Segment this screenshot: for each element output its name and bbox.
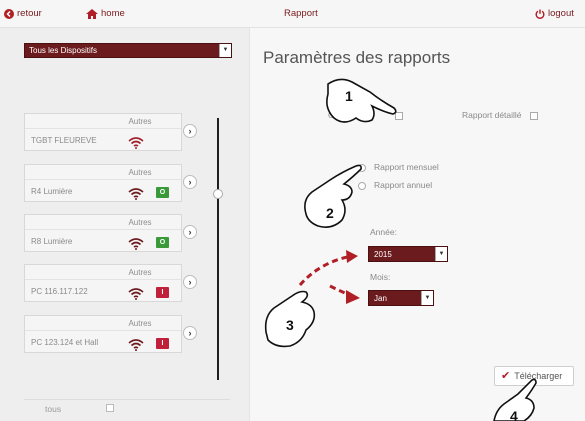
device-name: R8 Lumière — [31, 237, 73, 246]
wifi-icon — [128, 237, 144, 255]
wifi-icon — [128, 136, 144, 154]
chevron-right-icon[interactable]: › — [183, 275, 197, 289]
dropdown-arrow-icon: ▼ — [435, 247, 447, 261]
wifi-icon — [128, 187, 144, 205]
footer-divider — [24, 399, 230, 400]
status-badge: I — [156, 287, 169, 298]
general-checkbox[interactable] — [395, 112, 403, 120]
device-name: TGBT FLEUREVE — [31, 136, 97, 145]
device-filter-value: Tous les Dispositifs — [29, 46, 98, 55]
annual-report-radio[interactable] — [358, 182, 366, 190]
device-name: PC 123.124 et Hall — [31, 338, 99, 347]
chevron-right-icon[interactable]: › — [183, 124, 197, 138]
detailed-report-label: Rapport détaillé — [462, 110, 522, 120]
scroll-slider-track[interactable] — [217, 118, 219, 380]
card-divider — [25, 179, 181, 180]
download-label: Télécharger — [514, 371, 563, 381]
status-badge: I — [156, 338, 169, 349]
device-card[interactable]: Autres PC 123.124 et Hall I — [24, 315, 182, 353]
checkmark-icon: ✔ — [501, 370, 511, 382]
back-link[interactable]: retour — [4, 8, 42, 19]
device-category: Autres — [128, 168, 152, 177]
home-label: home — [101, 8, 125, 19]
page-header-title: Rapport — [284, 8, 318, 19]
dropdown-arrow-icon: ▼ — [219, 44, 231, 57]
scroll-slider-handle[interactable] — [213, 189, 223, 199]
dropdown-arrow-icon: ▼ — [421, 291, 433, 305]
device-category: Autres — [128, 218, 152, 227]
month-select[interactable]: Jan ▼ — [368, 290, 434, 306]
card-divider — [25, 330, 181, 331]
month-label: Mois: — [370, 272, 391, 282]
status-badge: O — [156, 237, 169, 248]
monthly-report-radio[interactable] — [358, 164, 366, 172]
chevron-right-icon[interactable]: › — [183, 175, 197, 189]
logout-label: logout — [548, 8, 574, 19]
device-name: PC 116.117.122 — [31, 287, 88, 296]
year-label: Année: — [370, 227, 397, 237]
logout-link[interactable]: logout — [535, 8, 574, 19]
card-divider — [25, 279, 181, 280]
device-card[interactable]: Autres R8 Lumière O — [24, 214, 182, 252]
device-category: Autres — [128, 117, 152, 126]
detailed-report-checkbox[interactable] — [530, 112, 538, 120]
wifi-icon — [128, 338, 144, 356]
general-label: Général — [328, 110, 359, 120]
device-name: R4 Lumière — [31, 187, 73, 196]
device-category: Autres — [128, 268, 152, 277]
year-value: 2015 — [374, 250, 392, 259]
card-divider — [25, 229, 181, 230]
card-divider — [25, 128, 181, 129]
chevron-right-icon[interactable]: › — [183, 326, 197, 340]
device-filter-select[interactable]: Tous les Dispositifs ▼ — [24, 43, 232, 58]
device-card[interactable]: Autres TGBT FLEUREVE — [24, 113, 182, 151]
power-icon — [535, 9, 545, 19]
select-all-label: tous — [45, 404, 62, 414]
status-badge: O — [156, 187, 169, 198]
device-card[interactable]: Autres PC 116.117.122 I — [24, 264, 182, 302]
chevron-right-icon[interactable]: › — [183, 225, 197, 239]
page-title: Paramètres des rapports — [263, 48, 451, 67]
report-panel — [250, 28, 585, 421]
year-select[interactable]: 2015 ▼ — [368, 246, 448, 262]
home-link[interactable]: home — [86, 8, 125, 19]
month-value: Jan — [374, 294, 387, 303]
device-category: Autres — [128, 319, 152, 328]
monthly-report-label: Rapport mensuel — [374, 162, 439, 172]
annual-report-label: Rapport annuel — [374, 180, 433, 190]
wifi-icon — [128, 287, 144, 305]
download-button[interactable]: ✔ Télécharger — [494, 366, 574, 386]
device-card[interactable]: Autres R4 Lumière O — [24, 164, 182, 202]
select-all-checkbox[interactable] — [106, 404, 114, 412]
home-icon — [86, 8, 98, 19]
top-bar: retour home Rapport logout — [0, 0, 585, 28]
back-label: retour — [17, 8, 42, 19]
back-arrow-icon — [4, 8, 14, 19]
